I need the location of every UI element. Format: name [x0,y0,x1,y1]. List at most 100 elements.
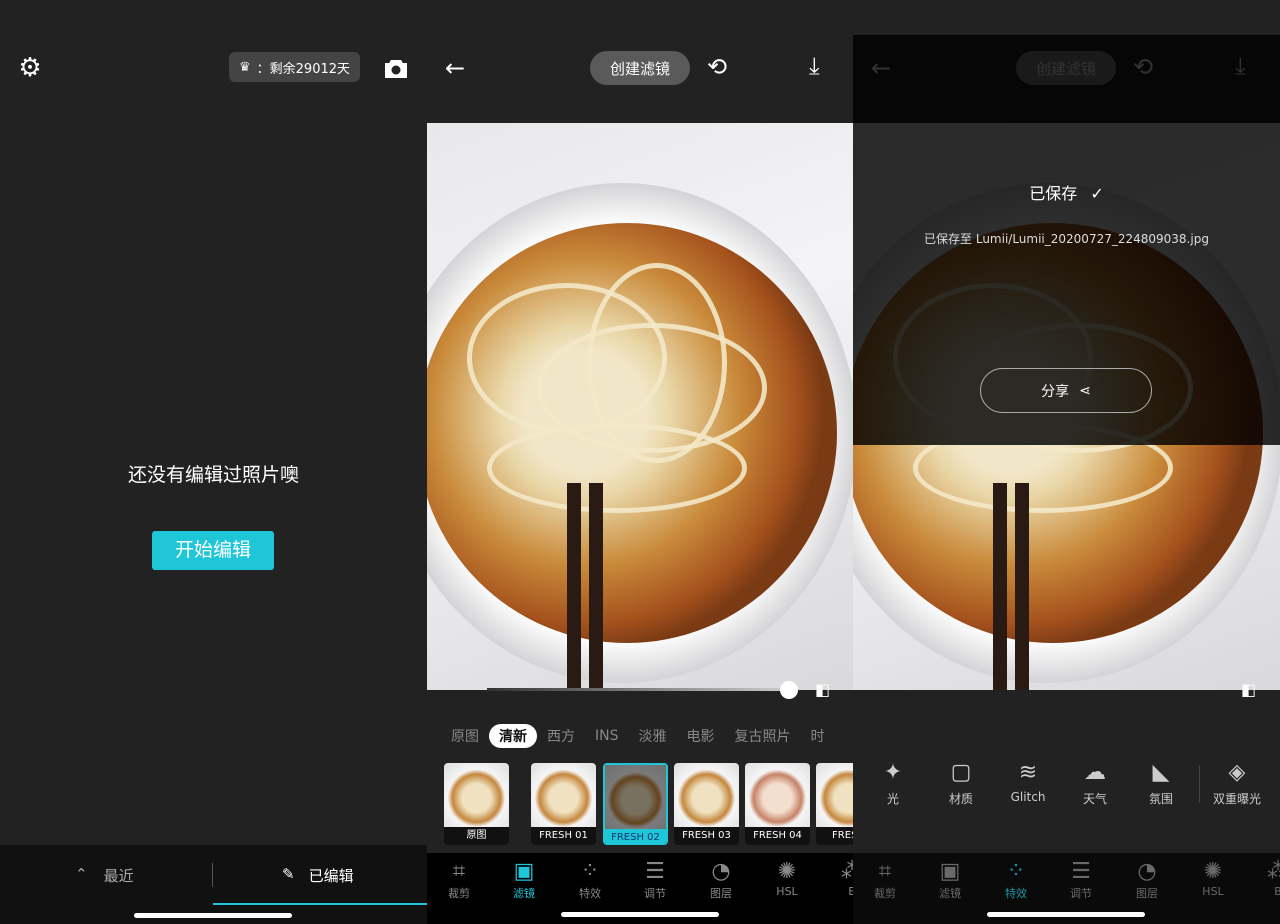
create-filter-button[interactable]: 创建滤镜 [590,51,690,85]
sticker-icon: ◔ [711,859,731,884]
category-tab[interactable]: 西方 [537,724,585,748]
filter-label: FRESH 04 [753,830,802,841]
vip-badge[interactable]: ♛ ：剩余29012天 [229,52,360,82]
nav-adjust[interactable]: ☰ 调节 [630,859,680,901]
category-tab[interactable]: 复古照片 [725,724,801,748]
filter-label: FRESH [832,830,853,841]
sliders-icon: ☰ [1071,859,1091,884]
nav-bokeh[interactable]: ⁂B [1253,859,1280,898]
nav-label: 特效 [1005,887,1027,900]
active-tab-indicator [213,903,427,905]
pencil-icon: ✎ [282,865,295,883]
download-icon[interactable]: ⤓ [809,52,820,80]
tab-label: 最近 [103,867,134,885]
chevron-up-icon: ⌃ [75,865,88,883]
share-button[interactable]: 分享 ⋖ [980,368,1152,413]
nav-label: 调节 [644,887,666,900]
nav-hsl[interactable]: ✺ HSL [762,859,812,898]
effect-label: 双重曝光 [1212,792,1261,806]
bottom-tabs: ⌃ 最近 ✎ 已编辑 [0,845,427,924]
effect-double-exposure[interactable]: ◈ 双重曝光 [1205,760,1269,807]
create-filter-button: 创建滤镜 [1016,51,1116,85]
category-tab[interactable]: 清新 [489,724,537,748]
weather-icon: ☁ [1084,760,1106,785]
tab-edited[interactable]: ✎ 已编辑 [282,865,354,886]
nav-hsl[interactable]: ✺ HSL [1188,859,1238,898]
effects-icon: ⁘ [580,859,600,884]
editor-screen: ← 创建滤镜 ⟲ ⤓ ◧ 原图 清新 西方 INS 淡雅 电影 复古照片 时 原… [427,0,853,924]
start-editing-button[interactable]: 开始编辑 [152,531,274,570]
effect-label: 氛围 [1148,792,1173,806]
category-tab[interactable]: INS [585,726,629,746]
nav-label: 滤镜 [513,887,535,900]
nav-effects[interactable]: ⁘ 特效 [565,859,615,901]
history-icon[interactable]: ⟲ [707,53,727,81]
filter-thumb-selected[interactable]: FRESH 02 [603,763,668,845]
nav-effects[interactable]: ⁘ 特效 [991,859,1041,901]
filter-thumb[interactable]: FRESH 04 [745,763,810,845]
hsl-icon: ✺ [1203,859,1223,884]
effect-atmosphere[interactable]: ◣ 氛围 [1131,760,1191,807]
camera-icon[interactable] [383,55,409,81]
filter-thumb[interactable]: FRESH 03 [674,763,739,845]
filter-thumb[interactable]: 原图 [444,763,509,845]
tab-recent[interactable]: ⌃ 最近 [75,865,134,886]
filter-thumb[interactable]: FRESH 01 [531,763,596,845]
compare-icon[interactable]: ◧ [815,680,830,699]
nav-layers[interactable]: ◔ 图层 [696,859,746,901]
effects-icon: ⁘ [1006,859,1026,884]
effect-light[interactable]: ✦ 光 [863,760,923,807]
bokeh-icon: ⁂ [827,859,853,885]
crown-icon: ♛ [239,59,251,75]
atmosphere-icon: ◣ [1152,760,1170,785]
nav-filter[interactable]: ▣ 滤镜 [499,859,549,901]
nav-label: HSL [1202,885,1224,898]
crop-icon: ⌗ [452,859,466,884]
effect-weather[interactable]: ☁ 天气 [1065,760,1125,807]
nav-label: B [1274,885,1280,898]
filter-icon: ▣ [939,859,961,884]
nav-label: HSL [776,885,798,898]
check-icon: ✓ [1090,184,1104,203]
saved-title: 已保存 ✓ [853,180,1280,204]
nav-label: 图层 [710,887,732,900]
sliders-icon: ☰ [645,859,665,884]
photo-preview[interactable] [427,123,853,690]
saved-screen: ← 创建滤镜 ⟲ ⤓ 已保存 ✓ 已保存至 Lumii/Lumii_202007… [853,0,1280,924]
tab-label: 已编辑 [308,867,354,885]
nav-crop[interactable]: ⌗ 裁剪 [434,859,484,901]
share-label: 分享 [1041,383,1070,400]
home-screen: ⚙ ♛ ：剩余29012天 还没有编辑过照片噢 开始编辑 ⌃ 最近 ✎ 已编辑 [0,0,427,924]
saved-path: 已保存至 Lumii/Lumii_20200727_224809038.jpg [924,232,1209,246]
category-tab[interactable]: 淡雅 [629,724,677,748]
nav-bokeh[interactable]: ⁂B [827,859,853,898]
filter-thumb[interactable]: FRESH [816,763,853,845]
filter-label: FRESH 02 [605,829,666,843]
nav-label: 裁剪 [874,887,896,900]
filter-label: FRESH 01 [539,830,588,841]
effect-glitch[interactable]: ≋ Glitch [998,760,1058,804]
nav-layers[interactable]: ◔ 图层 [1122,859,1172,901]
back-arrow-icon: ← [871,54,892,82]
gear-icon[interactable]: ⚙ [16,53,44,83]
filter-icon: ▣ [513,859,535,884]
nav-adjust[interactable]: ☰ 调节 [1056,859,1106,901]
category-tab[interactable]: 时 [801,724,835,748]
divider [212,863,213,887]
effect-texture[interactable]: ▢ 材质 [931,760,991,807]
crop-icon: ⌗ [878,859,892,884]
compare-icon[interactable]: ◧ [1241,680,1256,699]
strength-slider-track[interactable] [487,688,789,691]
strength-slider-handle[interactable] [780,681,798,699]
nav-filter[interactable]: ▣ 滤镜 [925,859,975,901]
effect-label: 光 [886,792,899,806]
hsl-icon: ✺ [777,859,797,884]
saved-title-text: 已保存 [1029,184,1078,203]
category-tab[interactable]: 原图 [441,724,489,748]
back-arrow-icon[interactable]: ← [445,54,465,82]
effect-label: Glitch [1010,790,1046,804]
nav-crop[interactable]: ⌗ 裁剪 [860,859,910,901]
category-tab[interactable]: 电影 [677,724,725,748]
effect-label: 材质 [948,792,973,806]
history-icon: ⟲ [1133,53,1154,81]
